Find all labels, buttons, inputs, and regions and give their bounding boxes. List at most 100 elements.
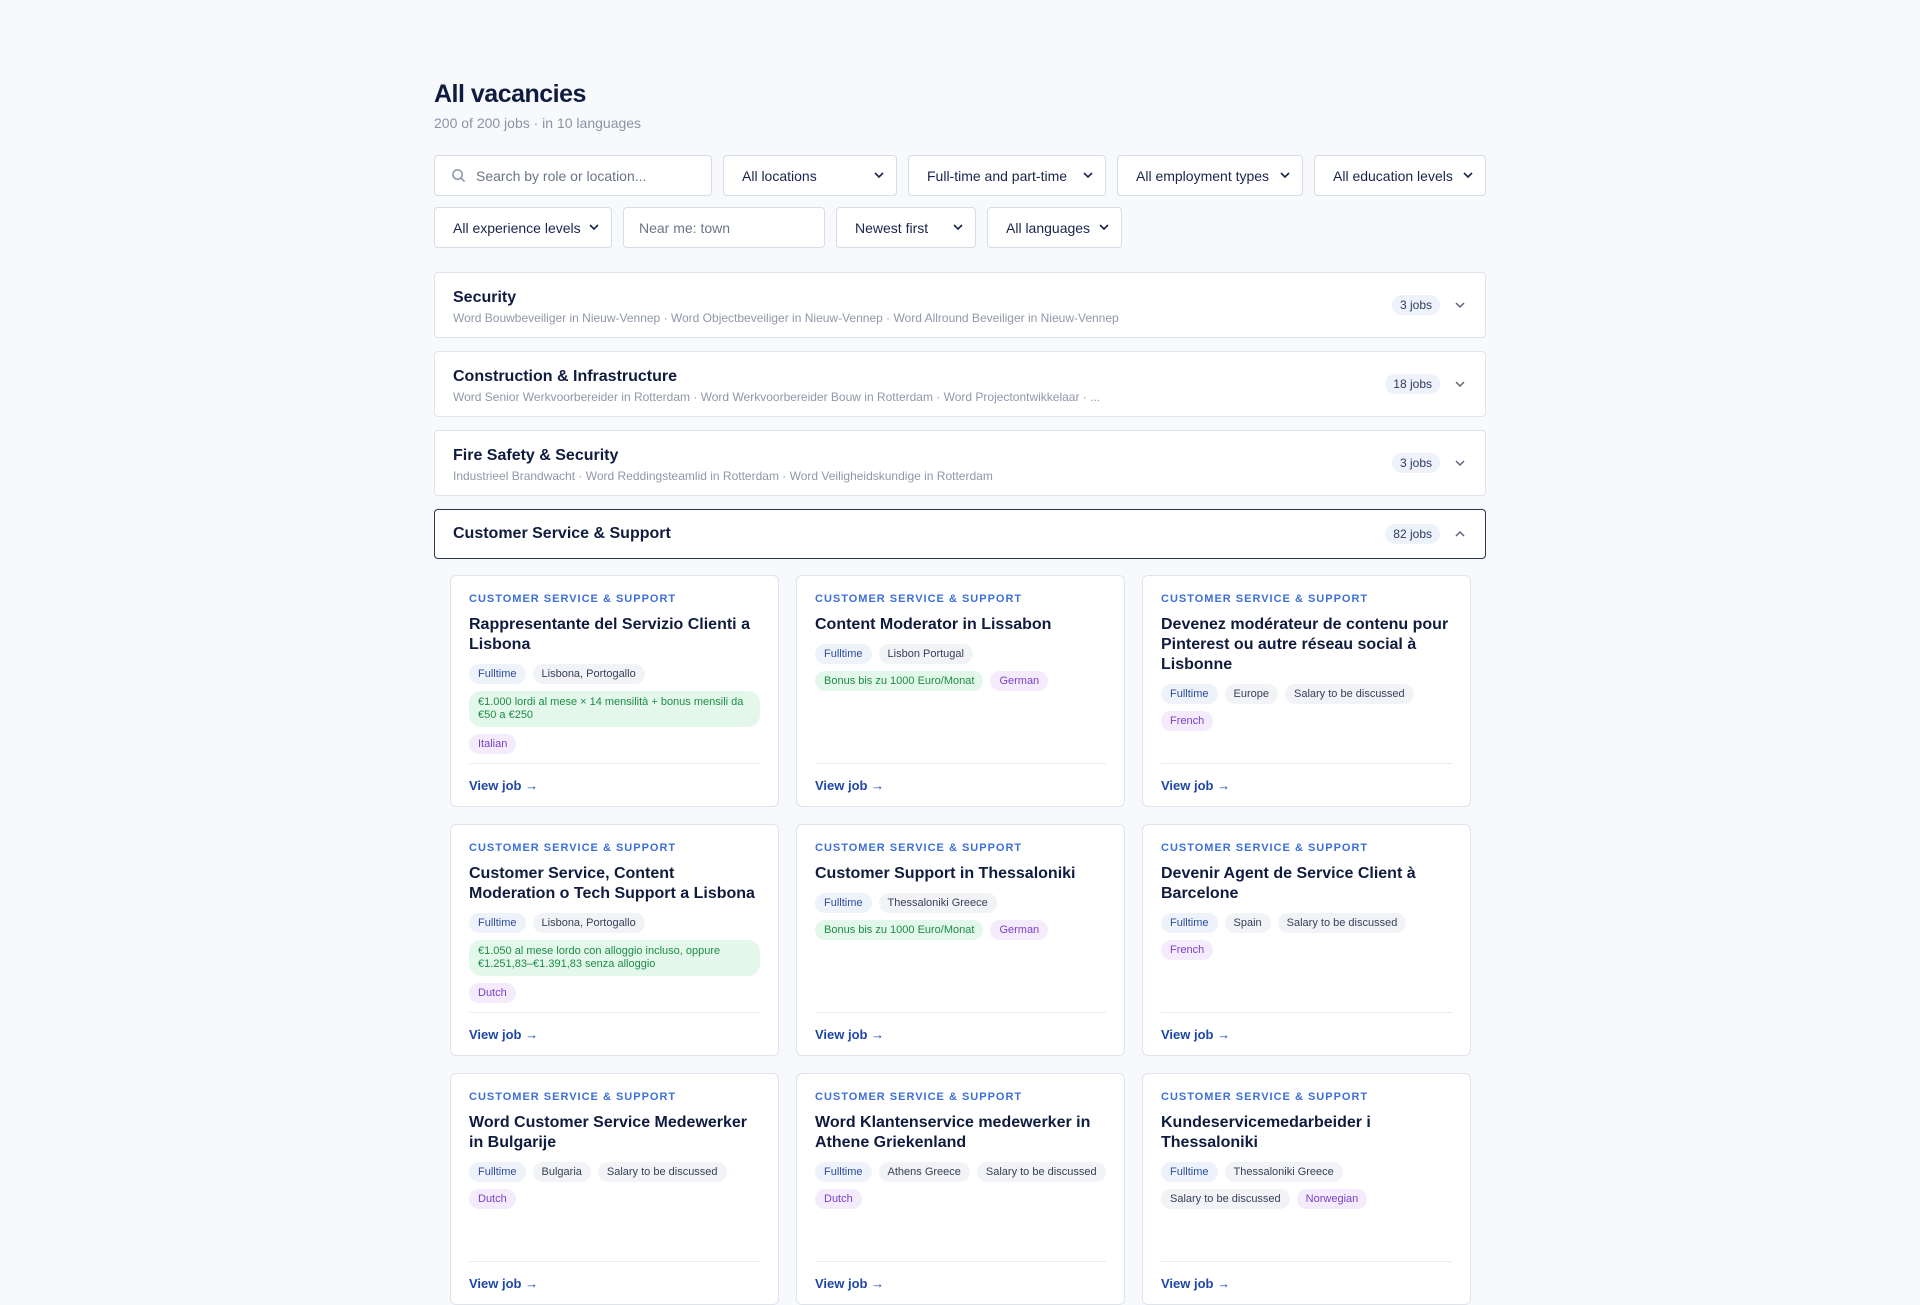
job-card[interactable]: CUSTOMER SERVICE & SUPPORT Devenez modér… (1142, 575, 1471, 807)
employment-type-select[interactable]: All employment types (1117, 155, 1303, 196)
salary-tag: €1.000 lordi al mese × 14 mensilità + bo… (469, 691, 760, 727)
job-card[interactable]: CUSTOMER SERVICE & SUPPORT Content Moder… (796, 575, 1125, 807)
card-category: CUSTOMER SERVICE & SUPPORT (815, 593, 1023, 605)
location-tag: Bulgaria (532, 1162, 591, 1182)
salary-tag: Salary to be discussed (1285, 684, 1414, 704)
filter-bar: Search by role or location... All locati… (434, 155, 1486, 248)
chevron-up-icon[interactable] (1453, 527, 1467, 541)
location-tag: Lisbona, Portogallo (532, 664, 645, 684)
card-footer: View job → (1161, 763, 1452, 806)
salary-tag: Bonus bis zu 1000 Euro/Monat (815, 671, 984, 691)
view-job-link[interactable]: View job → (815, 1276, 884, 1291)
card-title[interactable]: Rappresentante del Servizio Clienti a Li… (469, 615, 760, 655)
employment-type-tag: Fulltime (469, 664, 526, 684)
card-category: CUSTOMER SERVICE & SUPPORT (1161, 842, 1369, 854)
card-tags: Fulltime Bulgaria Salary to be discussed… (469, 1162, 760, 1209)
salary-tag: Bonus bis zu 1000 Euro/Monat (815, 920, 984, 940)
card-title[interactable]: Devenir Agent de Service Client à Barcel… (1161, 864, 1452, 904)
language-tag: Dutch (815, 1189, 862, 1209)
salary-tag: Salary to be discussed (597, 1162, 727, 1182)
category-section-security[interactable]: Security Word Bouwbeveiliger in Nieuw-Ve… (434, 272, 1486, 338)
language-tag: German (990, 671, 1049, 691)
job-card[interactable]: CUSTOMER SERVICE & SUPPORT Rappresentant… (450, 575, 779, 807)
language-tag: Norwegian (1296, 1189, 1368, 1209)
hours-select-value: Full-time and part-time (927, 167, 1068, 184)
chevron-down-icon[interactable] (1453, 456, 1467, 470)
language-tag: Dutch (469, 1189, 516, 1209)
chevron-down-icon[interactable] (1453, 377, 1467, 391)
view-job-link[interactable]: View job → (469, 1027, 538, 1042)
chevron-down-icon (1463, 172, 1473, 179)
location-tag: Europe (1224, 684, 1278, 704)
location-tag: Thessaloniki Greece (878, 893, 997, 913)
employment-type-tag: Fulltime (469, 1162, 526, 1182)
search-input[interactable]: Search by role or location... (434, 155, 712, 196)
section-preview: Industrieel Brandwacht · Word Reddingste… (453, 469, 993, 483)
card-title[interactable]: Customer Service, Content Moderation o T… (469, 864, 760, 904)
job-card[interactable]: CUSTOMER SERVICE & SUPPORT Devenir Agent… (1142, 824, 1471, 1056)
chevron-down-icon (1099, 224, 1109, 231)
locations-select[interactable]: All locations (723, 155, 897, 196)
experience-select[interactable]: All experience levels (434, 207, 612, 248)
category-section-fire-safety[interactable]: Fire Safety & Security Industrieel Brand… (434, 430, 1486, 496)
view-job-link[interactable]: View job → (815, 1027, 884, 1042)
education-select-value: All education levels (1333, 167, 1453, 184)
chevron-down-icon (953, 224, 963, 231)
sort-select-value: Newest first (855, 219, 929, 236)
view-job-link[interactable]: View job → (815, 778, 884, 793)
hours-select[interactable]: Full-time and part-time (908, 155, 1106, 196)
card-tags: Fulltime Thessaloniki Greece Salary to b… (1161, 1162, 1452, 1209)
card-tags: Fulltime Thessaloniki Greece Bonus bis z… (815, 893, 1106, 940)
language-tag: Dutch (469, 983, 516, 1003)
card-title[interactable]: Word Customer Service Medewerker in Bulg… (469, 1113, 760, 1153)
language-tag: French (1161, 940, 1214, 960)
job-card-grid: CUSTOMER SERVICE & SUPPORT Rappresentant… (434, 575, 1486, 1305)
card-footer: View job → (1161, 1012, 1452, 1055)
employment-type-tag: Fulltime (815, 644, 872, 664)
job-count-badge: 3 jobs (1391, 453, 1440, 473)
category-section-customer-service[interactable]: Customer Service & Support 82 jobs (434, 509, 1486, 559)
card-tags: Fulltime Lisbona, Portogallo €1.000 lord… (469, 664, 760, 754)
card-footer: View job → (469, 1261, 760, 1304)
search-icon (452, 169, 466, 183)
card-title[interactable]: Word Klantenservice medewerker in Athene… (815, 1113, 1106, 1153)
section-title: Fire Safety & Security (453, 447, 619, 464)
category-section-construction[interactable]: Construction & Infrastructure Word Senio… (434, 351, 1486, 417)
location-tag: Thessaloniki Greece (1224, 1162, 1343, 1182)
languages-select-value: All languages (1006, 219, 1091, 236)
job-count-badge: 82 jobs (1385, 524, 1440, 544)
experience-select-value: All experience levels (453, 219, 581, 236)
education-select[interactable]: All education levels (1314, 155, 1486, 196)
job-card[interactable]: CUSTOMER SERVICE & SUPPORT Kundeservicem… (1142, 1073, 1471, 1305)
view-job-link[interactable]: View job → (1161, 778, 1230, 793)
job-count-badge: 18 jobs (1385, 374, 1440, 394)
card-tags: Fulltime Spain Salary to be discussed Fr… (1161, 913, 1452, 960)
view-job-link[interactable]: View job → (469, 778, 538, 793)
employment-type-tag: Fulltime (1161, 1162, 1218, 1182)
job-card[interactable]: CUSTOMER SERVICE & SUPPORT Word Customer… (450, 1073, 779, 1305)
chevron-down-icon (1083, 172, 1093, 179)
sort-select[interactable]: Newest first (836, 207, 976, 248)
view-job-link[interactable]: View job → (469, 1276, 538, 1291)
card-title[interactable]: Kundeservicemedarbeider i Thessaloniki (1161, 1113, 1452, 1153)
job-card[interactable]: CUSTOMER SERVICE & SUPPORT Customer Supp… (796, 824, 1125, 1056)
view-job-link[interactable]: View job → (1161, 1276, 1230, 1291)
card-footer: View job → (815, 763, 1106, 806)
job-card[interactable]: CUSTOMER SERVICE & SUPPORT Customer Serv… (450, 824, 779, 1056)
card-category: CUSTOMER SERVICE & SUPPORT (469, 842, 677, 854)
card-title[interactable]: Devenez modérateur de contenu pour Pinte… (1161, 615, 1452, 675)
near-me-input[interactable]: Near me: town (623, 207, 825, 248)
page-title: All vacancies (434, 80, 586, 108)
salary-tag: Salary to be discussed (1161, 1189, 1290, 1209)
card-footer: View job → (1161, 1261, 1452, 1304)
employment-type-tag: Fulltime (1161, 913, 1218, 933)
section-preview: Word Senior Werkvoorbereider in Rotterda… (453, 390, 1101, 404)
card-title[interactable]: Customer Support in Thessaloniki (815, 864, 1106, 884)
card-title[interactable]: Content Moderator in Lissabon (815, 615, 1106, 635)
languages-select[interactable]: All languages (987, 207, 1122, 248)
job-card[interactable]: CUSTOMER SERVICE & SUPPORT Word Klantens… (796, 1073, 1125, 1305)
view-job-link[interactable]: View job → (1161, 1027, 1230, 1042)
card-footer: View job → (815, 1012, 1106, 1055)
location-tag: Athens Greece (878, 1162, 970, 1182)
chevron-down-icon[interactable] (1453, 298, 1467, 312)
